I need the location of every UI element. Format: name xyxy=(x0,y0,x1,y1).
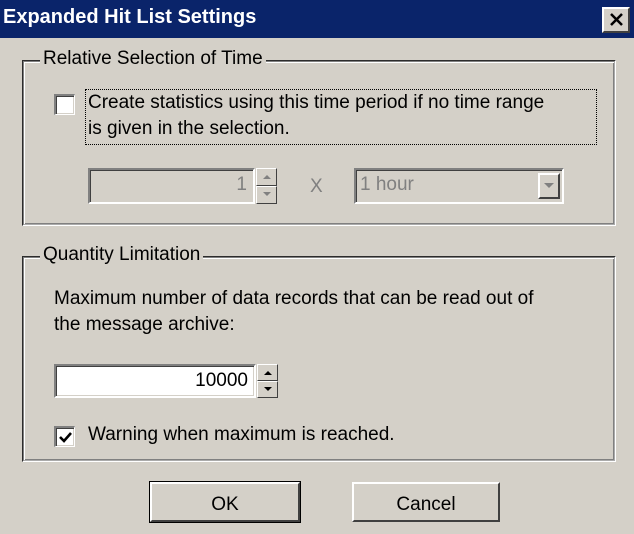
cancel-button[interactable]: Cancel xyxy=(352,482,500,522)
title-bar: Expanded Hit List Settings xyxy=(0,0,634,38)
expanded-hit-list-settings-dialog: Expanded Hit List Settings Relative Sele… xyxy=(0,0,634,534)
time-period-checkbox-label[interactable]: Create statistics using this time period… xyxy=(85,89,597,145)
time-count-field[interactable]: 1 xyxy=(88,168,255,204)
time-period-checkbox-text-line2: is given in the selection. xyxy=(88,118,290,139)
time-unit-value: 1 hour xyxy=(360,174,414,195)
time-count-value: 1 xyxy=(236,174,247,195)
spin-up-icon xyxy=(263,175,271,179)
ok-button[interactable]: OK xyxy=(149,481,301,523)
chevron-down-icon xyxy=(544,183,554,188)
max-records-description-line1: Maximum number of data records that can … xyxy=(54,288,534,309)
spin-down-icon xyxy=(264,387,272,391)
cancel-button-label: Cancel xyxy=(396,494,456,515)
window-title: Expanded Hit List Settings xyxy=(3,6,257,28)
max-records-spinner[interactable] xyxy=(257,364,278,398)
max-records-value: 10000 xyxy=(195,370,248,391)
max-records-input[interactable]: 10000 xyxy=(54,364,256,398)
multiply-symbol: X xyxy=(310,176,323,197)
max-records-spin-down[interactable] xyxy=(257,381,278,398)
time-period-checkbox[interactable] xyxy=(54,94,75,115)
time-unit-dropdown-button[interactable] xyxy=(538,173,560,199)
spin-down-icon xyxy=(263,192,271,196)
time-period-checkbox-text-line1: Create statistics using this time period… xyxy=(88,92,545,113)
spin-up-icon xyxy=(264,371,272,375)
warning-checkbox-label[interactable]: Warning when maximum is reached. xyxy=(88,424,395,446)
relative-selection-group-label: Relative Selection of Time xyxy=(40,48,266,70)
ok-button-label: OK xyxy=(211,494,239,515)
time-count-spinner[interactable] xyxy=(256,168,277,204)
warning-checkbox[interactable] xyxy=(54,426,75,447)
checkmark-icon xyxy=(59,432,72,443)
max-records-description-line2: the message archive: xyxy=(54,314,235,335)
time-count-spin-down[interactable] xyxy=(256,186,277,204)
time-count-spin-up[interactable] xyxy=(256,168,277,186)
max-records-spin-up[interactable] xyxy=(257,364,278,381)
close-icon xyxy=(610,13,623,26)
close-button[interactable] xyxy=(602,7,630,33)
quantity-limitation-group-label: Quantity Limitation xyxy=(40,244,204,266)
time-unit-dropdown[interactable]: 1 hour xyxy=(354,168,564,204)
